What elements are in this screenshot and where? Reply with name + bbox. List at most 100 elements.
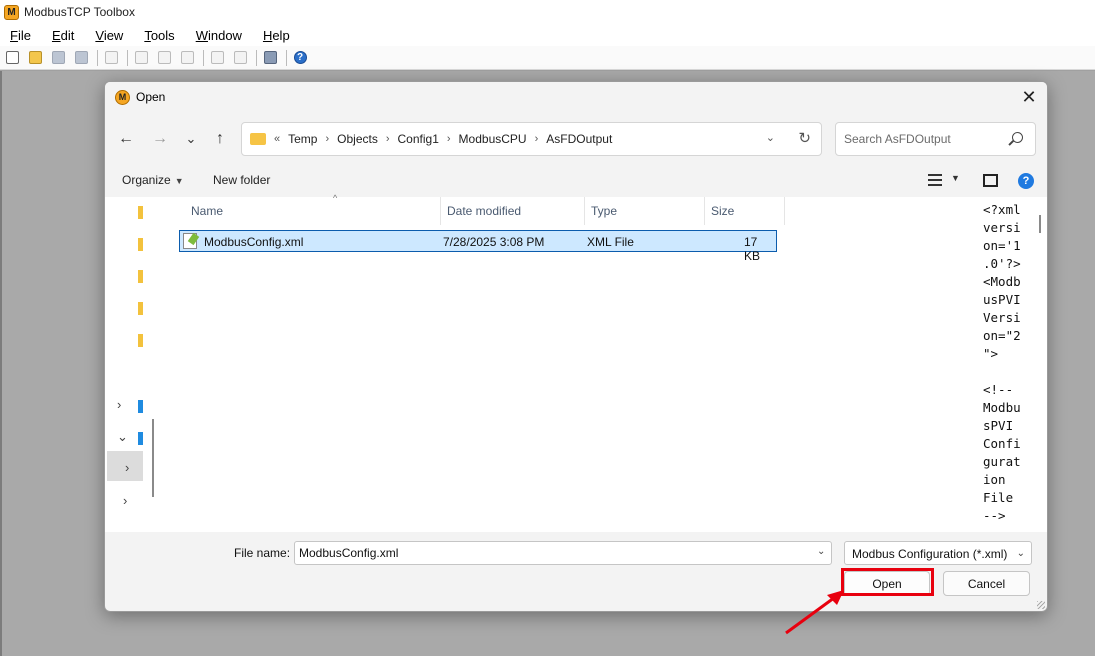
caret-down-icon[interactable]: ▼ <box>951 173 960 183</box>
cancel-button[interactable]: Cancel <box>943 571 1030 596</box>
close-icon[interactable]: ✕ <box>1017 86 1041 108</box>
search-input[interactable] <box>844 132 1004 146</box>
annotation-arrow <box>785 590 844 635</box>
folder-icon <box>250 133 266 145</box>
properties-icon[interactable] <box>260 48 280 68</box>
menu-help[interactable]: Help <box>261 28 292 43</box>
file-type-select[interactable]: Modbus Configuration (*.xml) ⌄ <box>844 541 1032 565</box>
menu-window[interactable]: Window <box>194 28 244 43</box>
toolbar-separator <box>97 49 98 66</box>
column-header-type[interactable]: Type <box>585 197 705 225</box>
forward-arrow-icon[interactable]: → <box>149 128 171 150</box>
breadcrumb-config1[interactable]: Config1 <box>398 132 439 146</box>
breadcrumb-objects[interactable]: Objects <box>337 132 378 146</box>
menu-file[interactable]: File <box>8 28 33 43</box>
column-header-name-label: Name <box>191 204 224 218</box>
file-date: 7/28/2025 3:08 PM <box>443 235 545 249</box>
file-name-dropdown-chevron-icon[interactable]: ⌄ <box>817 546 825 557</box>
file-name: ModbusConfig.xml <box>204 235 304 249</box>
refresh-icon[interactable]: ↻ <box>798 129 811 147</box>
chevron-down-icon[interactable]: ⌄ <box>117 429 128 445</box>
menubar: File Edit View Tools Window Help <box>0 24 1095 46</box>
column-header-size[interactable]: Size <box>705 197 785 225</box>
chevron-right-icon[interactable]: › <box>123 493 127 508</box>
caret-down-icon: ▼ <box>174 176 184 186</box>
dialog-footer: File name: ⌄ Modbus Configuration (*.xml… <box>105 537 1047 611</box>
recent-locations-chevron-icon[interactable]: ⌄ <box>180 128 202 150</box>
resize-grip[interactable] <box>1037 601 1045 609</box>
highlight-box <box>841 568 934 596</box>
chevron-right-icon[interactable]: › <box>125 460 129 475</box>
menu-edit[interactable]: Edit <box>50 28 76 43</box>
redo-icon[interactable] <box>230 48 250 68</box>
help-icon[interactable]: ? <box>290 48 310 68</box>
breadcrumb-temp[interactable]: Temp <box>288 132 317 146</box>
file-type-value: Modbus Configuration (*.xml) <box>852 547 1008 561</box>
app-logo-icon: M <box>4 4 19 20</box>
paste-icon[interactable] <box>177 48 197 68</box>
breadcrumb-modbuscpu[interactable]: ModbusCPU <box>459 132 527 146</box>
navigation-pane[interactable]: › ⌄ › › <box>105 197 154 532</box>
file-name-input[interactable] <box>294 541 832 565</box>
address-history-chevron-icon[interactable]: ⌄ <box>766 131 775 144</box>
browser-content: › ⌄ › › Name ^ Date modified Type Size M… <box>105 193 1047 532</box>
preview-pane-icon[interactable] <box>983 174 998 187</box>
organize-button[interactable]: Organize ▼ <box>122 173 184 187</box>
chevron-right-icon: › <box>446 133 451 145</box>
address-bar[interactable]: « Temp › Objects › Config1 › ModbusCPU ›… <box>241 122 822 156</box>
navigation-row: ← → ⌄ ↑ « Temp › Objects › Config1 › Mod… <box>105 122 1047 156</box>
new-icon[interactable] <box>2 48 22 68</box>
new-folder-button[interactable]: New folder <box>213 173 270 187</box>
menu-tools[interactable]: Tools <box>142 28 176 43</box>
drive-icon[interactable] <box>138 432 143 445</box>
help-circle-icon[interactable]: ? <box>1018 173 1034 189</box>
menu-view[interactable]: View <box>93 28 125 43</box>
file-size: 17 KB <box>744 235 761 263</box>
print-icon[interactable] <box>101 48 121 68</box>
command-bar: Organize ▼ New folder ▼ ? <box>105 166 1047 196</box>
dialog-logo-icon: M <box>115 89 130 105</box>
navigation-scrollbar[interactable] <box>152 419 154 497</box>
cut-icon[interactable] <box>131 48 151 68</box>
chevron-right-icon: › <box>534 133 539 145</box>
chevron-down-icon: ⌄ <box>1016 548 1025 559</box>
open-folder-icon[interactable] <box>25 48 45 68</box>
folder-icon[interactable] <box>138 238 143 251</box>
file-row-selected[interactable]: ModbusConfig.xml 7/28/2025 3:08 PM XML F… <box>179 230 777 263</box>
preview-text: <?xml versi on='1 .0'?> <Modb usPVI Vers… <box>983 202 1021 523</box>
open-dialog: M Open ✕ ← → ⌄ ↑ « Temp › Objects › Conf… <box>104 81 1048 612</box>
folder-icon[interactable] <box>138 270 143 283</box>
column-header-name[interactable]: Name ^ <box>185 193 441 225</box>
toolbar: ? <box>0 46 1095 70</box>
toolbar-separator <box>127 49 128 66</box>
toolbar-separator <box>256 49 257 66</box>
folder-icon[interactable] <box>138 206 143 219</box>
save-all-icon[interactable] <box>71 48 91 68</box>
dialog-titlebar: M Open <box>105 82 1047 112</box>
save-icon[interactable] <box>48 48 68 68</box>
preview-pane: <?xml versi on='1 .0'?> <Modb usPVI Vers… <box>979 197 1033 532</box>
copy-icon[interactable] <box>154 48 174 68</box>
column-header-date[interactable]: Date modified <box>441 197 585 225</box>
chevron-right-icon[interactable]: › <box>117 397 121 412</box>
sort-caret-icon: ^ <box>333 193 338 203</box>
dialog-title: Open <box>136 90 166 104</box>
search-box[interactable] <box>835 122 1036 156</box>
folder-icon[interactable] <box>138 302 143 315</box>
view-list-icon[interactable] <box>928 174 942 186</box>
chevron-right-icon: › <box>325 133 330 145</box>
xml-file-icon <box>183 233 197 249</box>
organize-label: Organize <box>122 173 171 187</box>
breadcrumb-overflow[interactable]: « <box>274 133 280 145</box>
breadcrumb-asfdoutput[interactable]: AsFDOutput <box>546 132 612 146</box>
file-list: Name ^ Date modified Type Size ModbusCon… <box>161 193 977 532</box>
file-type: XML File <box>587 235 634 249</box>
undo-icon[interactable] <box>207 48 227 68</box>
up-arrow-icon[interactable]: ↑ <box>209 128 231 150</box>
folder-icon[interactable] <box>138 334 143 347</box>
drive-icon[interactable] <box>138 400 143 413</box>
preview-scrollbar[interactable] <box>1039 215 1041 233</box>
app-titlebar: M ModbusTCP Toolbox <box>0 0 1095 24</box>
file-name-label: File name: <box>234 546 291 560</box>
back-arrow-icon[interactable]: ← <box>115 128 137 150</box>
